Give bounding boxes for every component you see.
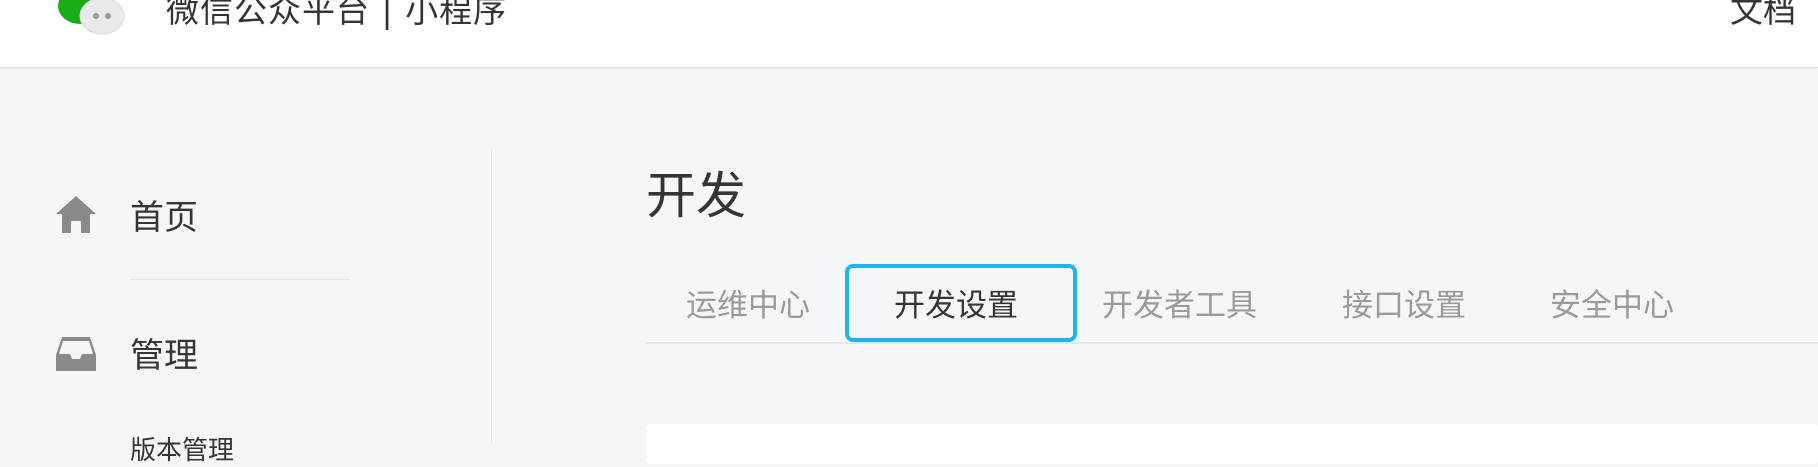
platform-title: 微信公众平台 | 小程序 (166, 0, 508, 30)
sidebar-item-manage[interactable]: 管理 (54, 328, 198, 377)
sidebar-divider (130, 279, 350, 280)
home-icon (54, 193, 98, 237)
tab-security-center[interactable]: 安全中心 (1550, 280, 1674, 325)
active-tab-highlight (845, 264, 1077, 342)
wechat-logo-icon[interactable] (56, 0, 128, 36)
sidebar-divider-vertical (491, 148, 492, 444)
sidebar-item-home[interactable]: 首页 (54, 190, 198, 239)
sidebar-item-label: 管理 (130, 336, 198, 376)
tab-ops-center[interactable]: 运维中心 (686, 280, 810, 325)
tab-bar: 运维中心 开发设置 开发者工具 接口设置 安全中心 (646, 268, 1818, 344)
sidebar-item-label: 首页 (130, 198, 198, 238)
page-title: 开发 (646, 167, 746, 225)
content-card (646, 424, 1818, 464)
sidebar-subitem-version-management[interactable]: 版本管理 (130, 430, 234, 467)
sidebar (0, 68, 490, 444)
tab-api-settings[interactable]: 接口设置 (1342, 280, 1466, 325)
inbox-icon (54, 331, 98, 375)
tab-dev-tools[interactable]: 开发者工具 (1102, 280, 1257, 325)
docs-link[interactable]: 文档 (1730, 0, 1796, 32)
top-bar: 微信公众平台 | 小程序 文档 (0, 0, 1818, 68)
